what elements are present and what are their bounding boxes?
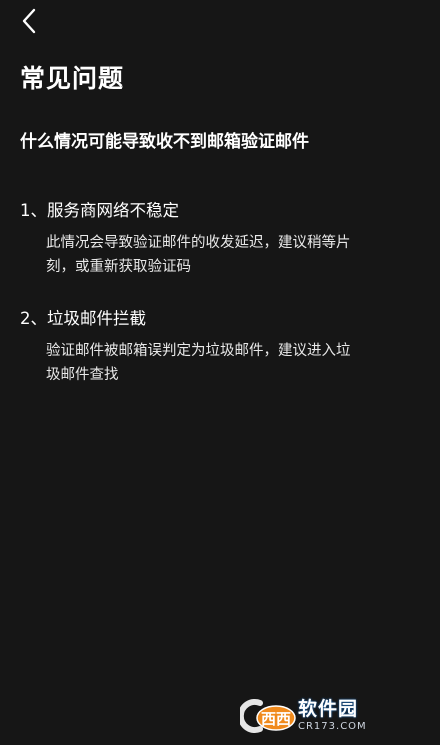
section-heading: 什么情况可能导致收不到邮箱验证邮件 bbox=[20, 132, 309, 152]
back-button[interactable] bbox=[10, 3, 50, 39]
faq-item-title: 2、垃圾邮件拦截 bbox=[20, 309, 146, 328]
faq-item-spam-filter: 2、垃圾邮件拦截 验证邮件被邮箱误判定为垃圾邮件，建议进入垃 圾邮件查找 bbox=[20, 307, 400, 387]
watermark-logo: 西西 软件园 CR173.COM bbox=[240, 696, 420, 736]
faq-item-body: 此情况会导致验证邮件的收发延迟，建议稍等片 刻，或重新获取验证码 bbox=[20, 231, 400, 279]
watermark-c-icon: 西西 bbox=[240, 699, 296, 733]
faq-item-body-line: 圾邮件查找 bbox=[46, 367, 119, 383]
faq-item-network-unstable: 1、服务商网络不稳定 此情况会导致验证邮件的收发延迟，建议稍等片 刻，或重新获取… bbox=[20, 199, 400, 279]
watermark-site-domain: CR173.COM bbox=[298, 721, 367, 732]
top-bar bbox=[0, 0, 440, 44]
watermark-site-name: 软件园 bbox=[298, 698, 359, 720]
page-title: 常见问题 bbox=[20, 64, 125, 93]
faq-item-title: 1、服务商网络不稳定 bbox=[20, 201, 179, 220]
watermark-site: 软件园 CR173.COM bbox=[298, 700, 367, 732]
watermark-logo-text: 西西 bbox=[261, 710, 291, 728]
watermark-logo-mark: 西西 bbox=[240, 697, 296, 735]
faq-item-body-line: 验证邮件被邮箱误判定为垃圾邮件，建议进入垃 bbox=[46, 343, 351, 359]
faq-item-body: 验证邮件被邮箱误判定为垃圾邮件，建议进入垃 圾邮件查找 bbox=[20, 339, 400, 387]
chevron-left-icon bbox=[22, 8, 36, 34]
faq-item-body-line: 刻，或重新获取验证码 bbox=[46, 259, 191, 275]
faq-item-body-line: 此情况会导致验证邮件的收发延迟，建议稍等片 bbox=[46, 235, 351, 251]
